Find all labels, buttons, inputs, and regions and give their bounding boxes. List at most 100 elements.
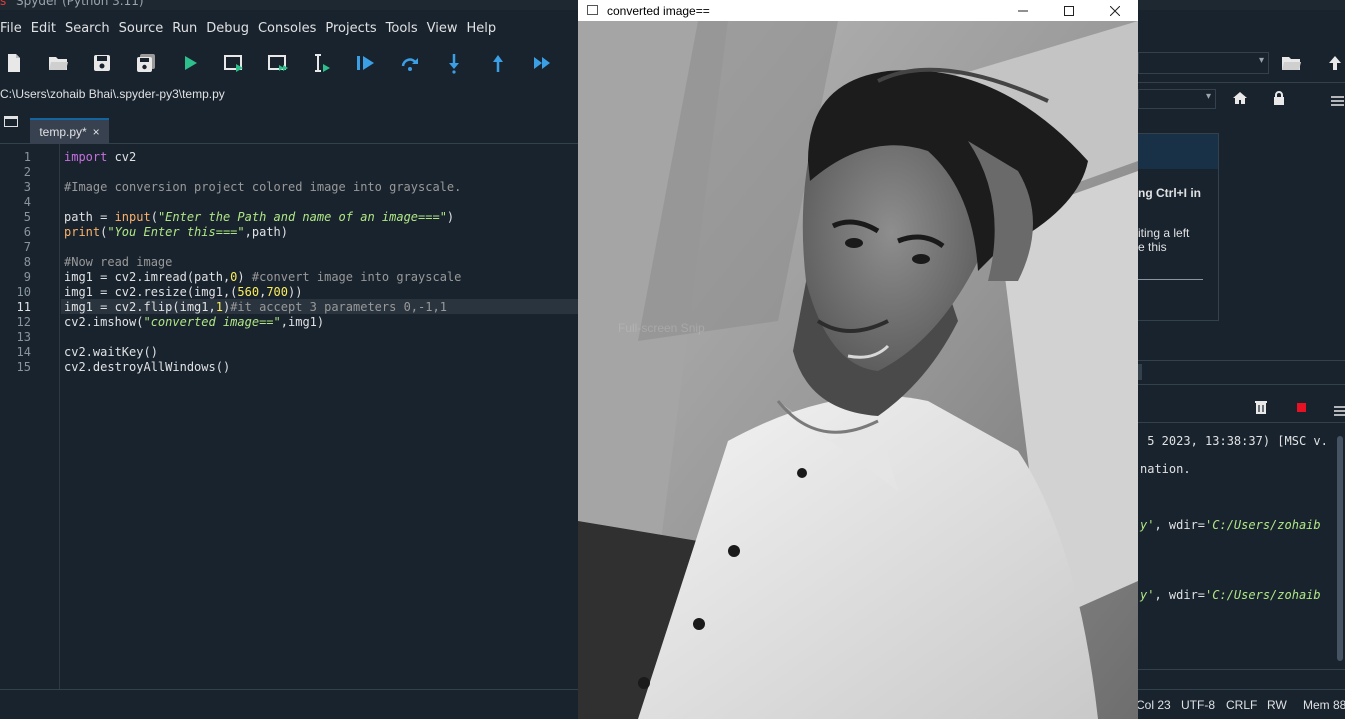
code-text: img1 = cv2.resize(img1,(: [64, 285, 238, 299]
continue-button[interactable]: [529, 50, 555, 76]
snip-overlay-text: Full-screen Snip: [618, 321, 705, 335]
menu-help[interactable]: Help: [467, 21, 497, 36]
help-source-combo[interactable]: ▾: [1138, 89, 1216, 109]
code-line-5: path = input("Enter the Path and name of…: [64, 210, 454, 224]
run-cell-button[interactable]: [221, 50, 247, 76]
run-cell-advance-button[interactable]: [265, 50, 291, 76]
menu-source[interactable]: Source: [119, 21, 164, 36]
save-button[interactable]: [89, 50, 115, 76]
code-editor[interactable]: 1 2 3 4 5 6 7 8 9 10 11 12 13 14 15 impo…: [0, 144, 578, 689]
browse-tabs-icon[interactable]: [4, 116, 18, 127]
code-text: ): [237, 270, 252, 284]
editor-tab-bar: temp.py* ×: [0, 112, 580, 144]
step-into-icon: [449, 54, 459, 74]
menu-debug[interactable]: Debug: [206, 21, 249, 36]
new-file-button[interactable]: [1, 50, 27, 76]
number-literal: 560: [237, 285, 260, 299]
menu-search[interactable]: Search: [65, 21, 110, 36]
stop-icon[interactable]: [1297, 403, 1306, 412]
opencv-image-window[interactable]: converted image== Full-screen Snip: [578, 0, 1138, 719]
menu-file[interactable]: File: [0, 21, 22, 36]
console-string: y': [1140, 518, 1155, 532]
open-file-button[interactable]: [45, 50, 71, 76]
line-number: 7: [23, 240, 31, 254]
help-divider: [1138, 279, 1203, 280]
builtin: input: [114, 210, 151, 224]
lock-button[interactable]: [1271, 90, 1287, 106]
options-menu-button[interactable]: [1331, 92, 1344, 106]
debug-button[interactable]: [353, 50, 379, 76]
clear-console-button[interactable]: [1253, 399, 1269, 415]
line-number: 8: [23, 255, 31, 269]
spyder-logo-icon: s: [0, 0, 7, 8]
home-button[interactable]: [1232, 90, 1248, 106]
console-text: , wdir=: [1154, 518, 1206, 532]
line-number: 3: [23, 180, 31, 194]
code-line-1: import cv2: [64, 150, 136, 164]
trash-icon: [1255, 401, 1267, 414]
step-return-button[interactable]: [485, 50, 511, 76]
maximize-button[interactable]: [1046, 0, 1092, 21]
line-number-gutter: 1 2 3 4 5 6 7 8 9 10 11 12 13 14 15: [0, 144, 60, 689]
save-all-button[interactable]: [133, 50, 159, 76]
console-scrollbar[interactable]: [1337, 436, 1343, 661]
code-line-15: cv2.destroyAllWindows(): [64, 360, 231, 374]
run-button[interactable]: [177, 50, 203, 76]
builtin: print: [64, 225, 101, 239]
menu-projects[interactable]: Projects: [325, 21, 376, 36]
image-window-titlebar[interactable]: converted image==: [578, 0, 1138, 21]
code-text: img1 = cv2.imread(path,: [64, 270, 231, 284]
new-file-icon: [8, 54, 20, 72]
window-icon: [587, 5, 598, 15]
code-line-6: print("You Enter this===",path): [64, 225, 288, 239]
minimize-button[interactable]: [1000, 0, 1046, 21]
hamburger-icon: [1334, 406, 1345, 416]
arrow-up-icon: [1329, 56, 1341, 70]
menu-consoles[interactable]: Consoles: [258, 21, 316, 36]
code-text: (: [150, 210, 158, 224]
console-line-1: 5 2023, 13:38:37) [MSC v.: [1140, 434, 1328, 448]
step-over-button[interactable]: [397, 50, 423, 76]
menu-edit[interactable]: Edit: [31, 21, 56, 36]
menu-tools[interactable]: Tools: [386, 21, 418, 36]
run-selection-button[interactable]: [309, 50, 335, 76]
folder-open-icon: [1282, 57, 1301, 70]
number-literal: 1: [215, 300, 223, 314]
line-number: 10: [16, 285, 31, 299]
code-line-10: img1 = cv2.resize(img1,(560,700)): [64, 285, 302, 299]
hamburger-icon: [1331, 96, 1344, 106]
working-directory-combo[interactable]: ▾: [1138, 52, 1269, 74]
code-line-11: img1 = cv2.flip(img1,1)#it accept 3 para…: [64, 300, 447, 314]
divider: [1138, 360, 1345, 361]
close-tab-icon[interactable]: ×: [93, 125, 100, 139]
step-over-icon: [401, 58, 418, 71]
console-line-2: nation.: [1140, 462, 1191, 476]
menu-run[interactable]: Run: [172, 21, 197, 36]
comment: #convert image into grayscale: [251, 270, 462, 284]
console-options-button[interactable]: [1334, 402, 1345, 416]
line-number: 6: [23, 225, 31, 239]
folder-open-icon: [49, 57, 68, 70]
debug-icon: [357, 56, 374, 70]
chevron-down-icon: ▾: [1205, 91, 1211, 102]
code-text: ): [446, 210, 455, 224]
number-literal: 700: [266, 285, 288, 299]
menu-view[interactable]: View: [427, 21, 458, 36]
help-text-3: e this: [1138, 240, 1167, 254]
line-number: 2: [23, 165, 31, 179]
parent-directory-button[interactable]: [1326, 52, 1344, 74]
code-text: img1 = cv2.flip(img1,: [64, 300, 216, 314]
step-into-button[interactable]: [441, 50, 467, 76]
browse-directory-button[interactable]: [1280, 52, 1302, 74]
code-text: ,path): [244, 225, 288, 239]
close-button[interactable]: [1092, 0, 1138, 21]
help-text-2: iting a left: [1138, 226, 1190, 240]
help-text-1: ng Ctrl+I in: [1138, 186, 1201, 200]
console-string: 'C:/Users/zohaib: [1205, 518, 1321, 532]
save-all-icon: [137, 54, 155, 72]
code-line-3: #Image conversion project colored image …: [64, 180, 462, 194]
tab-temp-py[interactable]: temp.py* ×: [30, 118, 109, 144]
comment: #it accept 3 parameters 0,-1,1: [230, 300, 447, 314]
console-text: , wdir=: [1154, 588, 1206, 602]
console-line-3: y', wdir='C:/Users/zohaib: [1140, 518, 1321, 532]
